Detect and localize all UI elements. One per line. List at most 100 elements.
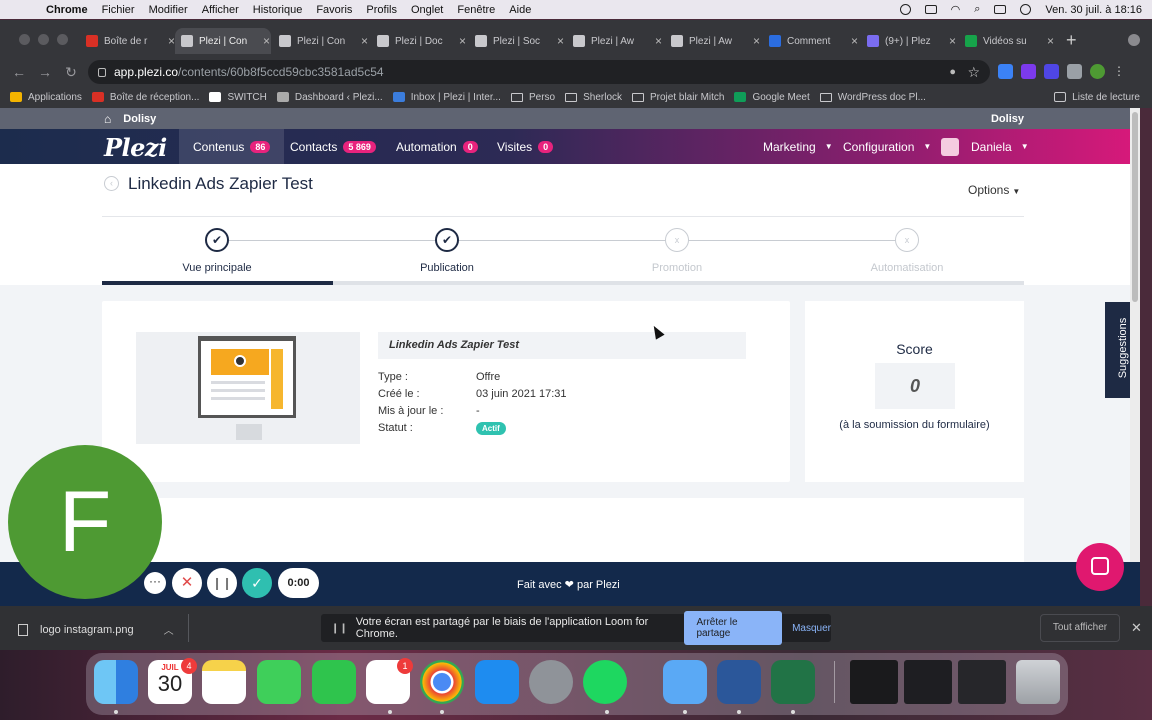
minimized-window-thumbnail[interactable] — [904, 660, 952, 704]
finder-icon[interactable] — [94, 660, 138, 704]
browser-tab[interactable]: Plezi | Con × — [273, 28, 369, 54]
tab-close-icon[interactable]: × — [655, 34, 662, 48]
profile-avatar[interactable] — [1090, 64, 1105, 79]
new-tab-button[interactable]: + — [1066, 30, 1077, 51]
address-bar[interactable]: app.plezi.co/contents/60b8f5ccd59cbc3581… — [88, 60, 990, 84]
siri-icon[interactable] — [1020, 4, 1032, 15]
tab-close-icon[interactable]: × — [263, 34, 270, 48]
nav-contenus[interactable]: Contenus 86 — [179, 129, 285, 164]
close-icon[interactable]: ✕ — [1131, 620, 1142, 636]
scrollbar-thumb[interactable] — [1132, 112, 1138, 302]
close-window-button[interactable] — [19, 34, 30, 45]
tab-close-icon[interactable]: × — [949, 34, 956, 48]
bookmark-item[interactable]: Boîte de réception... — [91, 92, 199, 103]
minimized-window-thumbnail[interactable] — [958, 660, 1006, 704]
download-item[interactable]: logo instagram.png ︿ — [18, 622, 174, 637]
zoom-window-button[interactable] — [57, 34, 68, 45]
tab-close-icon[interactable]: × — [851, 34, 858, 48]
options-dropdown[interactable]: Options ▼ — [968, 183, 1020, 197]
stop-sharing-button[interactable]: Arrêter le partage — [684, 611, 783, 645]
menu-fenetre[interactable]: Fenêtre — [457, 4, 495, 16]
loom-cancel-button[interactable]: ✕ — [172, 568, 202, 598]
chrome-icon[interactable] — [420, 660, 464, 704]
home-icon[interactable]: ⌂ — [104, 112, 111, 126]
kebab-menu-icon[interactable]: ⋮ — [1113, 64, 1128, 79]
workflow-step-2[interactable]: ✔ Publication — [332, 228, 562, 274]
bookmark-item[interactable]: Google Meet — [734, 92, 810, 103]
menu-historique[interactable]: Historique — [253, 4, 303, 16]
browser-tab[interactable]: Comment × — [763, 28, 859, 54]
battery-icon[interactable] — [924, 5, 937, 14]
hide-banner-button[interactable]: Masquer — [792, 623, 831, 634]
messages-icon[interactable] — [257, 660, 301, 704]
browser-tab[interactable]: Vidéos su × — [959, 28, 1055, 54]
bookmark-item[interactable]: Inbox | Plezi | Inter... — [392, 92, 501, 103]
nav-automation[interactable]: Automation 0 — [382, 129, 492, 164]
extension-icon[interactable] — [1021, 64, 1036, 79]
excel-icon[interactable] — [771, 660, 815, 704]
minimize-window-button[interactable] — [38, 34, 49, 45]
back-circle-icon[interactable]: ‹ — [104, 176, 119, 191]
bookmark-star-icon[interactable]: ☆ — [967, 64, 980, 81]
browser-tab[interactable]: Plezi | Aw × — [567, 28, 663, 54]
tab-search-icon[interactable] — [1128, 34, 1140, 46]
menubar-clock[interactable]: Ven. 30 juil. à 18:16 — [1045, 4, 1142, 16]
word-icon[interactable] — [717, 660, 761, 704]
system-preferences-icon[interactable] — [529, 660, 573, 704]
bookmark-item[interactable]: Perso — [510, 92, 555, 103]
puzzle-icon[interactable] — [1067, 64, 1082, 79]
minimized-window-thumbnail[interactable] — [850, 660, 898, 704]
nav-visites[interactable]: Visites 0 — [483, 129, 567, 164]
play-status-icon[interactable] — [899, 4, 911, 15]
bookmark-item[interactable]: Dashboard ‹ Plezi... — [276, 92, 383, 103]
tab-close-icon[interactable]: × — [361, 34, 368, 48]
tab-close-icon[interactable]: × — [753, 34, 760, 48]
spotlight-icon[interactable]: ⌕ — [974, 3, 980, 16]
browser-tab[interactable]: Plezi | Soc × — [469, 28, 565, 54]
account-name[interactable]: Dolisy — [123, 113, 156, 125]
workflow-step-4[interactable]: x Automatisation — [792, 228, 1022, 274]
tab-close-icon[interactable]: × — [168, 34, 175, 48]
tab-close-icon[interactable]: × — [459, 34, 466, 48]
menu-fichier[interactable]: Fichier — [102, 4, 135, 16]
menu-onglet[interactable]: Onglet — [411, 4, 443, 16]
menu-modifier[interactable]: Modifier — [149, 4, 188, 16]
bookmark-item[interactable]: WordPress doc Pl... — [819, 92, 926, 103]
reload-icon[interactable]: ↻ — [64, 64, 78, 81]
plezi-logo[interactable]: Plezi — [104, 133, 167, 162]
nav-contacts[interactable]: Contacts 5 869 — [276, 129, 390, 164]
loom-finish-button[interactable]: ✓ — [242, 568, 272, 598]
reading-list[interactable]: Liste de lecture — [1054, 92, 1140, 103]
menu-afficher[interactable]: Afficher — [202, 4, 239, 16]
browser-tab[interactable]: Plezi | Doc × — [371, 28, 467, 54]
extension-icon[interactable] — [998, 64, 1013, 79]
notes-icon[interactable] — [202, 660, 246, 704]
workflow-step-3[interactable]: x Promotion — [562, 228, 792, 274]
back-arrow-icon[interactable]: ← — [12, 64, 26, 80]
app-store-icon[interactable] — [475, 660, 519, 704]
bookmark-item[interactable]: Applications — [10, 92, 82, 103]
chevron-up-icon[interactable]: ︿ — [164, 622, 174, 637]
browser-tab[interactable]: Plezi | Con × — [175, 28, 271, 54]
browser-tab[interactable]: Boîte de r × — [80, 28, 176, 54]
page-scrollbar[interactable] — [1130, 108, 1140, 606]
microphone-icon[interactable]: ● — [949, 66, 956, 78]
show-all-downloads-button[interactable]: Tout afficher — [1040, 614, 1120, 642]
wifi-icon[interactable]: ◠ — [951, 3, 961, 16]
menu-profils[interactable]: Profils — [366, 4, 397, 16]
loom-camera-bubble[interactable]: F — [8, 445, 162, 599]
trash-icon[interactable] — [1016, 660, 1060, 704]
chat-launcher-button[interactable] — [1076, 543, 1124, 591]
workflow-step-1[interactable]: ✔ Vue principale — [102, 228, 332, 274]
tab-close-icon[interactable]: × — [1047, 34, 1054, 48]
account-name-right[interactable]: Dolisy — [991, 113, 1024, 125]
control-center-icon[interactable] — [994, 5, 1007, 14]
bookmark-item[interactable]: Sherlock — [565, 92, 622, 103]
lock-icon[interactable] — [98, 67, 106, 77]
user-menu[interactable]: Daniela ▼ — [927, 129, 1043, 164]
bookmark-item[interactable]: Projet blair Mitch — [632, 92, 724, 103]
browser-tab[interactable]: (9+) | Plez × — [861, 28, 957, 54]
facetime-icon[interactable] — [312, 660, 356, 704]
browser-tab[interactable]: Plezi | Aw × — [665, 28, 761, 54]
menu-favoris[interactable]: Favoris — [316, 4, 352, 16]
